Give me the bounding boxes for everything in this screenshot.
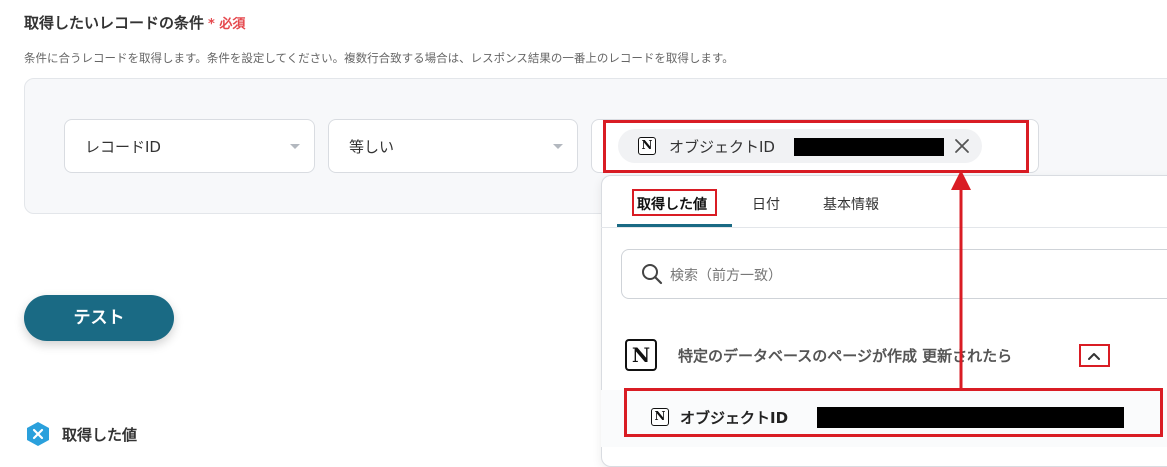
operator-select[interactable]: 等しい <box>328 119 578 173</box>
field-select-value: レコードID <box>85 138 161 156</box>
app-logo-icon <box>27 422 49 446</box>
search-icon <box>642 264 663 285</box>
section-title: 取得したいレコードの条件 * 必須 <box>24 12 245 33</box>
operator-select-value: 等しい <box>349 138 395 156</box>
section-title-text: 取得したいレコードの条件 <box>24 14 205 32</box>
annotation-chevron-box <box>1079 344 1110 367</box>
annotation-tab-box <box>632 189 717 216</box>
tab-basic-info[interactable]: 基本情報 <box>823 194 879 214</box>
section-description: 条件に合うレコードを取得します。条件を設定してください。複数行合致する場合は、レ… <box>24 51 734 65</box>
test-button[interactable]: テスト <box>24 295 174 341</box>
annotation-arrow-icon <box>951 170 971 390</box>
annotation-item-box <box>624 388 1163 437</box>
tabs-divider <box>601 227 1167 228</box>
field-select[interactable]: レコードID <box>64 119 315 173</box>
chevron-down-icon <box>290 144 300 149</box>
tab-date[interactable]: 日付 <box>752 194 780 214</box>
chevron-down-icon <box>553 144 563 149</box>
notion-icon: N <box>625 339 657 371</box>
search-placeholder: 検索（前方一致） <box>670 268 782 284</box>
obtained-values-title: 取得した値 <box>62 426 138 444</box>
annotation-highlight-box <box>603 120 1029 173</box>
required-badge: * 必須 <box>208 17 246 32</box>
